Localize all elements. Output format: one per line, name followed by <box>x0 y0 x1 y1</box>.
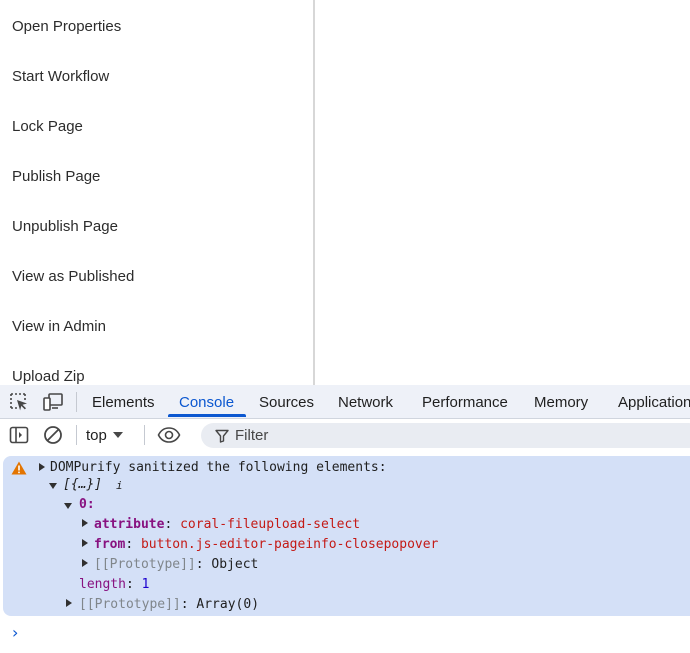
tab-console[interactable]: Console <box>179 394 234 411</box>
warning-text: DOMPurify sanitized the following elemen… <box>50 460 387 475</box>
property-key: from <box>94 537 126 552</box>
tab-elements[interactable]: Elements <box>92 394 155 411</box>
menu-item-unpublish-page[interactable]: Unpublish Page <box>12 218 118 235</box>
console-toolbar: top Filter <box>0 419 690 451</box>
property-colon: : <box>195 557 204 572</box>
context-select[interactable]: top <box>86 425 123 445</box>
eye-icon[interactable] <box>157 424 181 446</box>
property-prototype: [[Prototype]]: Object <box>94 557 258 572</box>
filter-input[interactable]: Filter <box>201 423 690 448</box>
array-summary[interactable]: [{…}] <box>63 477 102 492</box>
property-value: Object <box>211 557 259 572</box>
sidebar-toggle-icon[interactable] <box>8 424 30 446</box>
array-index-key: 0: <box>79 497 95 512</box>
tab-sources[interactable]: Sources <box>259 394 314 411</box>
property-key: attribute <box>94 517 165 532</box>
property-attribute: attribute: coral-fileupload-select <box>94 517 360 532</box>
chevron-down-icon <box>112 432 123 438</box>
expand-arrow-icon[interactable] <box>82 559 88 567</box>
active-tab-indicator <box>168 414 246 417</box>
page-actions-menu: Open Properties Start Workflow Lock Page… <box>0 0 314 385</box>
property-colon: : <box>125 577 134 592</box>
filter-icon <box>215 429 229 443</box>
property-value: 1 <box>141 577 150 592</box>
property-key: length <box>79 577 126 592</box>
collapse-arrow-icon[interactable] <box>64 503 72 509</box>
menu-item-view-as-published[interactable]: View as Published <box>12 268 134 285</box>
menu-item-upload-zip[interactable]: Upload Zip <box>12 368 85 385</box>
context-select-value: top <box>86 426 107 444</box>
menu-item-view-in-admin[interactable]: View in Admin <box>12 318 106 335</box>
menu-item-lock-page[interactable]: Lock Page <box>12 118 83 135</box>
expand-arrow-icon[interactable] <box>39 463 45 471</box>
property-colon: : <box>125 537 134 552</box>
toolbar-separator <box>144 425 145 445</box>
property-colon: : <box>180 597 189 612</box>
clear-console-icon[interactable] <box>42 424 64 446</box>
array-prototype: [[Prototype]]: Array(0) <box>79 597 259 612</box>
property-value: button.js-editor-pageinfo-closepopover <box>140 537 439 552</box>
filter-placeholder: Filter <box>235 427 269 444</box>
menu-item-open-properties[interactable]: Open Properties <box>12 18 121 35</box>
page-content: Open Properties Start Workflow Lock Page… <box>0 0 690 385</box>
expand-arrow-icon[interactable] <box>82 519 88 527</box>
property-value: Array(0) <box>196 597 260 612</box>
devtools-panel: Elements Console Sources Network Perform… <box>0 385 690 653</box>
devtools-tabbar: Elements Console Sources Network Perform… <box>0 385 690 419</box>
expand-arrow-icon[interactable] <box>82 539 88 547</box>
property-key: [[Prototype]] <box>79 597 181 612</box>
toolbar-separator <box>76 425 77 445</box>
property-length: length: 1 <box>79 577 149 592</box>
console-warning-message: DOMPurify sanitized the following elemen… <box>3 456 690 616</box>
toolbar-separator <box>76 392 77 412</box>
expand-arrow-icon[interactable] <box>66 599 72 607</box>
menu-item-start-workflow[interactable]: Start Workflow <box>12 68 109 85</box>
warning-icon <box>11 461 27 475</box>
property-value: coral-fileupload-select <box>180 517 361 532</box>
property-colon: : <box>164 517 173 532</box>
property-key: [[Prototype]] <box>94 557 196 572</box>
property-from: from: button.js-editor-pageinfo-closepop… <box>94 537 438 552</box>
console-prompt[interactable]: › <box>12 623 18 642</box>
tab-application[interactable]: Application <box>618 394 690 411</box>
tab-network[interactable]: Network <box>338 394 393 411</box>
inspect-element-icon[interactable] <box>8 391 30 413</box>
collapse-arrow-icon[interactable] <box>49 483 57 489</box>
tab-performance[interactable]: Performance <box>422 394 508 411</box>
tab-memory[interactable]: Memory <box>534 394 588 411</box>
panel-divider[interactable] <box>313 0 315 385</box>
info-icon[interactable]: i <box>116 479 123 492</box>
device-toolbar-icon[interactable] <box>42 391 64 413</box>
menu-item-publish-page[interactable]: Publish Page <box>12 168 100 185</box>
